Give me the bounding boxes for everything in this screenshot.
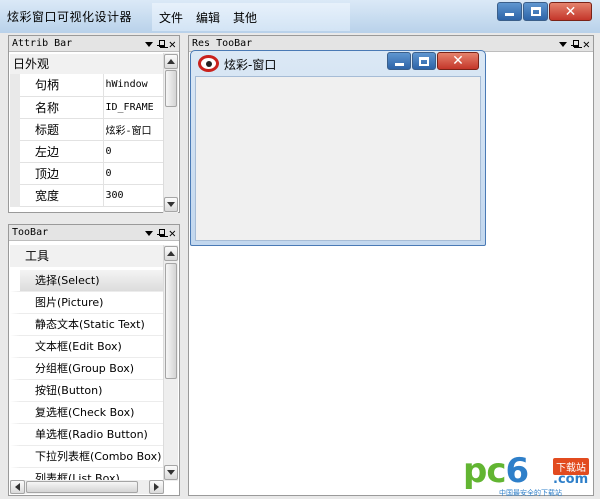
arrow-right-icon	[154, 483, 159, 491]
scroll-down-button[interactable]	[164, 197, 178, 212]
property-row[interactable]: 宽度 300	[10, 184, 164, 207]
watermark-slogan: 中国最安全的下载站	[499, 489, 562, 497]
scroll-left-button[interactable]	[10, 480, 25, 494]
property-value[interactable]: 0	[102, 140, 164, 163]
minimize-icon	[394, 62, 404, 66]
pc6-watermark: pc6 下载站 .com 中国最安全的下载站	[463, 450, 593, 497]
toolbar-panel-header: TooBar ✕	[9, 225, 179, 241]
attrib-panel-title: Attrib Bar	[12, 38, 73, 49]
design-minimize-button[interactable]	[387, 52, 411, 70]
tool-item[interactable]: 复选框(Check Box)	[10, 402, 164, 424]
property-value[interactable]: 0	[102, 162, 164, 185]
design-window-title: 炫彩-窗口	[224, 58, 277, 72]
arrow-down-icon	[167, 470, 175, 475]
tool-list: 选择(Select) 图片(Picture) 静态文本(Static Text) 文本…	[10, 270, 164, 490]
arrow-left-icon	[15, 483, 20, 491]
scroll-thumb[interactable]	[165, 70, 177, 107]
pin-icon[interactable]	[156, 39, 165, 49]
arrow-down-icon	[167, 202, 175, 207]
scroll-up-button[interactable]	[164, 54, 178, 69]
pc6-logo: pc6	[463, 451, 529, 491]
attrib-vscrollbar[interactable]	[163, 53, 178, 213]
property-value[interactable]: 300	[102, 184, 164, 207]
design-window-controls: ✕	[386, 52, 479, 70]
category-appearance[interactable]: 日外观	[10, 54, 164, 74]
property-row[interactable]: 句柄 hWindow	[10, 74, 164, 97]
maximize-icon	[419, 56, 429, 66]
property-row[interactable]: 标题 炫彩-窗口	[10, 118, 164, 141]
menu-bar: 文件 编辑 其他	[152, 3, 350, 31]
minimize-button[interactable]	[497, 2, 522, 21]
tool-item[interactable]: 图片(Picture)	[10, 292, 164, 314]
close-icon[interactable]: ✕	[583, 38, 590, 50]
dropdown-icon[interactable]	[144, 230, 153, 236]
property-key: 标题	[10, 118, 103, 141]
attrib-panel: Attrib Bar ✕ 日外观 句柄 hWindow 名称 ID_FRAME 标题 炫彩…	[8, 35, 180, 213]
hscroll-thumb[interactable]	[26, 481, 138, 493]
tool-item[interactable]: 下拉列表框(Combo Box)	[10, 446, 164, 468]
property-row[interactable]: 左边 0	[10, 140, 164, 163]
close-icon: ✕	[564, 3, 577, 20]
design-maximize-button[interactable]	[412, 52, 436, 70]
dropdown-icon[interactable]	[144, 41, 153, 47]
maximize-button[interactable]	[523, 2, 548, 21]
app-title: 炫彩窗口可视化设计器	[7, 10, 133, 24]
close-icon[interactable]: ✕	[169, 38, 176, 50]
scroll-right-button[interactable]	[149, 480, 164, 494]
design-window[interactable]: 炫彩-窗口 ✕	[190, 50, 486, 246]
res-panel-title: Res TooBar	[192, 38, 253, 49]
close-icon: ✕	[452, 53, 464, 69]
toolbar-vscrollbar[interactable]	[163, 245, 178, 481]
close-icon[interactable]: ✕	[169, 227, 176, 239]
property-row[interactable]: 名称 ID_FRAME	[10, 96, 164, 119]
property-key: 名称	[10, 96, 103, 119]
window-controls: ✕	[496, 2, 592, 21]
property-row[interactable]: 顶边 0	[10, 162, 164, 185]
dot-com-label: .com	[553, 472, 589, 487]
toolbar-panel-title: TooBar	[12, 227, 49, 238]
tool-item[interactable]: 分组框(Group Box)	[10, 358, 164, 380]
menu-other[interactable]: 其他	[233, 9, 257, 26]
design-window-client[interactable]	[195, 76, 481, 241]
maximize-icon	[530, 7, 541, 16]
close-button[interactable]: ✕	[549, 2, 592, 21]
tool-item[interactable]: 静态文本(Static Text)	[10, 314, 164, 336]
tool-item[interactable]: 选择(Select)	[10, 270, 164, 292]
dropdown-icon[interactable]	[558, 41, 567, 47]
property-value[interactable]: 炫彩-窗口	[102, 118, 164, 141]
menu-file[interactable]: 文件	[159, 9, 183, 26]
property-value[interactable]: hWindow	[102, 74, 164, 97]
toolbar-hscrollbar[interactable]	[10, 480, 164, 494]
property-key: 左边	[10, 140, 103, 163]
eye-logo-icon	[198, 55, 219, 72]
scroll-thumb[interactable]	[165, 263, 177, 379]
arrow-up-icon	[167, 59, 175, 64]
property-key: 宽度	[10, 184, 103, 207]
property-value[interactable]: ID_FRAME	[102, 96, 164, 119]
tool-item[interactable]: 按钮(Button)	[10, 380, 164, 402]
scroll-up-button[interactable]	[164, 246, 178, 261]
toolbar-panel: TooBar ✕ 工具 选择(Select) 图片(Picture) 静态文本(St…	[8, 224, 180, 496]
pin-icon[interactable]	[156, 228, 165, 238]
pin-icon[interactable]	[570, 39, 579, 49]
design-close-button[interactable]: ✕	[437, 52, 479, 70]
menu-edit[interactable]: 编辑	[196, 9, 220, 26]
main-titlebar: 炫彩窗口可视化设计器 文件 编辑 其他 ✕	[0, 0, 600, 33]
tool-item[interactable]: 文本框(Edit Box)	[10, 336, 164, 358]
tool-item[interactable]: 单选框(Radio Button)	[10, 424, 164, 446]
attrib-panel-header: Attrib Bar ✕	[9, 36, 179, 52]
minimize-icon	[505, 13, 514, 16]
arrow-up-icon	[167, 251, 175, 256]
property-grid: 句柄 hWindow 名称 ID_FRAME 标题 炫彩-窗口 左边 0 顶边 0 宽度 300	[10, 74, 164, 207]
property-key: 句柄	[10, 74, 103, 97]
scroll-down-button[interactable]	[164, 465, 178, 480]
property-key: 顶边	[10, 162, 103, 185]
tool-list-header: 工具	[10, 245, 164, 267]
